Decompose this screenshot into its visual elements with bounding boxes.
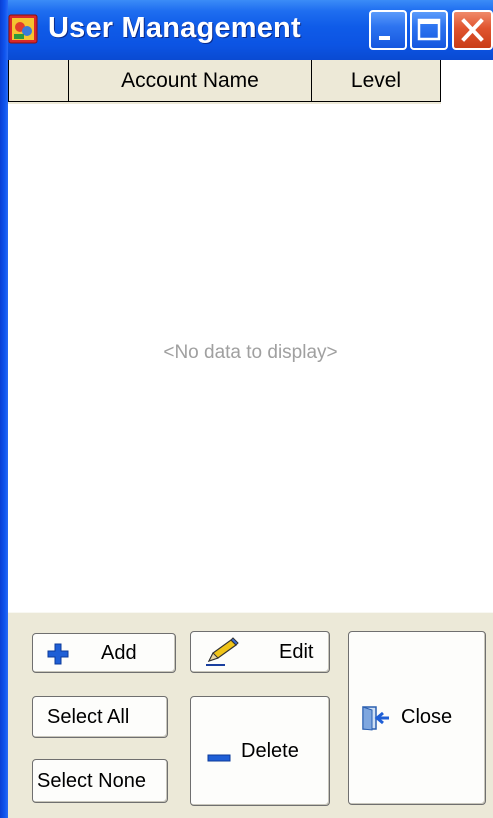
close-x-icon [461, 18, 484, 42]
minimize-icon [379, 36, 390, 40]
select-all-button[interactable]: Select All [32, 696, 168, 738]
minus-icon [207, 754, 231, 762]
exit-door-icon [362, 706, 389, 731]
close-button[interactable]: Close [348, 631, 486, 805]
edit-button[interactable]: Edit [190, 631, 330, 673]
button-panel: Add Edit Close Select All Delete Select … [8, 612, 493, 818]
add-button[interactable]: Add [32, 633, 176, 673]
delete-button[interactable]: Delete [190, 696, 330, 806]
user-management-app-icon [8, 14, 38, 44]
select-all-label: Select All [47, 706, 130, 728]
column-header-level[interactable]: Level [311, 60, 441, 102]
select-none-label: Select None [37, 770, 146, 792]
select-none-button[interactable]: Select None [32, 759, 168, 803]
column-header-select[interactable] [8, 60, 69, 102]
title-bar[interactable]: User Management [0, 0, 493, 60]
edit-button-label: Edit [279, 641, 314, 663]
window-left-border [0, 0, 8, 818]
pencil-icon [206, 637, 239, 666]
user-management-window: User Management Account Name Level <No d… [0, 0, 493, 818]
empty-grid-message: <No data to display> [163, 342, 338, 363]
maximize-button[interactable] [410, 10, 448, 50]
grid-body[interactable]: <No data to display> [8, 104, 493, 612]
window-title: User Management [48, 12, 301, 44]
grid-header: Account Name Level [8, 60, 441, 104]
minimize-button[interactable] [369, 10, 407, 50]
delete-button-label: Delete [241, 740, 299, 762]
close-button-label: Close [401, 706, 453, 728]
maximize-icon [417, 18, 441, 41]
plus-icon [47, 643, 69, 665]
add-button-label: Add [101, 642, 137, 664]
column-header-account-name[interactable]: Account Name [68, 60, 312, 102]
close-window-button[interactable] [452, 10, 493, 50]
